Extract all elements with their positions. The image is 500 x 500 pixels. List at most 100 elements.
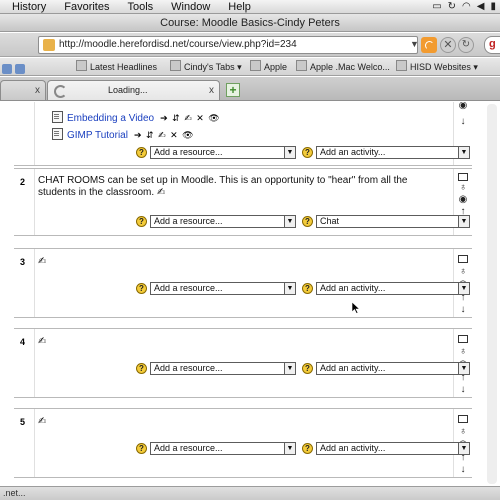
add-resource-select[interactable]: Add a resource... ▼ — [150, 362, 296, 375]
chevron-down-icon: ▼ — [284, 147, 295, 158]
bookmark-label: Latest Headlines — [90, 62, 158, 72]
menu-history[interactable]: History — [12, 0, 46, 14]
move-down-icon[interactable]: ↓ — [457, 305, 469, 315]
menu-window[interactable]: Window — [171, 0, 210, 14]
edit-summary-icon[interactable]: ✍ — [38, 336, 58, 348]
chevron-down-icon: ▼ — [458, 147, 469, 158]
help-icon[interactable]: ? — [136, 443, 147, 454]
rss-feed-icon[interactable] — [421, 37, 437, 53]
bookmark-apple-mac[interactable]: Apple .Mac Welco... — [296, 58, 390, 76]
help-icon[interactable]: ? — [302, 443, 313, 454]
add-activity-select[interactable]: Chat ▼ — [316, 215, 470, 228]
rss-bookmark-icon — [76, 60, 87, 71]
stop-icon[interactable]: ✕ — [440, 37, 456, 53]
show-only-section-icon[interactable] — [458, 415, 468, 423]
section-number: 4 — [20, 337, 26, 347]
help-icon[interactable]: ? — [136, 283, 147, 294]
new-tab-button[interactable]: + — [226, 83, 240, 97]
edit-summary-icon[interactable]: ✍ — [38, 256, 58, 268]
add-activity-select[interactable]: Add an activity... ▼ — [316, 362, 470, 375]
help-icon[interactable]: ? — [136, 147, 147, 158]
chevron-down-icon: ▼ — [458, 363, 469, 374]
bookmark-label: HISD Websites ▾ — [410, 62, 478, 72]
bookmark-hisd-websites[interactable]: HISD Websites ▾ — [396, 58, 478, 76]
show-only-section-icon[interactable] — [458, 173, 468, 181]
bookmark-apple[interactable]: Apple — [250, 58, 287, 76]
eye-icon[interactable]: ◉ — [457, 195, 469, 205]
eye-icon[interactable]: ◉ — [457, 102, 469, 111]
bookmark-label: Apple .Mac Welco... — [310, 62, 390, 72]
tab-previous[interactable]: x — [0, 80, 46, 100]
chevron-down-icon: ▼ — [458, 216, 469, 227]
move-down-icon[interactable]: ↓ — [457, 385, 469, 395]
course-section-3: 3 ✍ ♁ ◉ ↑ ↓ ? Add a resource...▼ ? Add a… — [14, 248, 472, 318]
close-tab-icon[interactable]: x — [35, 81, 40, 100]
help-icon[interactable]: ? — [302, 363, 313, 374]
sync-icon[interactable]: ↻ — [448, 0, 456, 14]
help-icon[interactable]: ? — [136, 363, 147, 374]
bookmark-latest-headlines[interactable]: Latest Headlines — [76, 58, 157, 76]
help-icon[interactable]: ? — [302, 147, 313, 158]
select-value: Add a resource... — [154, 216, 223, 226]
search-engine-icon: g — [489, 38, 496, 50]
home-icon[interactable] — [15, 64, 25, 74]
bookmark-cindys-tabs[interactable]: Cindy's Tabs ▾ — [170, 58, 242, 76]
light-bulb-icon[interactable]: ♁ — [457, 183, 469, 193]
course-section-5: 5 ✍ ♁ ◉ ↑ ↓ ? Add a resource...▼ ? Add a… — [14, 408, 472, 478]
show-only-section-icon[interactable] — [458, 255, 468, 263]
resource-link-gimp-tutorial[interactable]: GIMP Tutorial ➔ ⇵ ✍ ✕ 👁 — [52, 128, 195, 141]
chevron-down-icon: ▼ — [284, 283, 295, 294]
page-scrollbar[interactable] — [484, 102, 500, 486]
light-bulb-icon[interactable]: ♁ — [457, 427, 469, 437]
light-bulb-icon[interactable]: ♁ — [457, 267, 469, 277]
add-resource-select[interactable]: Add a resource... ▼ — [150, 282, 296, 295]
help-icon[interactable]: ? — [302, 283, 313, 294]
add-resource-select[interactable]: Add a resource... ▼ — [150, 215, 296, 228]
chevron-down-icon: ▼ — [458, 283, 469, 294]
bookmarks-icon[interactable] — [2, 64, 12, 74]
page-icon — [296, 60, 307, 71]
move-down-icon[interactable]: ↓ — [457, 117, 469, 127]
add-activity-select[interactable]: Add an activity... ▼ — [316, 442, 470, 455]
move-down-icon[interactable]: ↓ — [457, 465, 469, 475]
help-icon[interactable]: ? — [302, 216, 313, 227]
help-icon[interactable]: ? — [136, 216, 147, 227]
menu-tools[interactable]: Tools — [127, 0, 153, 14]
search-input[interactable]: g — [484, 36, 500, 54]
chevron-down-icon: ▼ — [284, 363, 295, 374]
add-activity-select[interactable]: Add an activity... ▼ — [316, 146, 470, 159]
course-content: ◉ ↓ Embedding a Video ➔ ⇵ ✍ ✕ 👁 GIMP Tuto… — [0, 102, 500, 486]
add-activity-select[interactable]: Add an activity... ▼ — [316, 282, 470, 295]
section-number: 5 — [20, 417, 26, 427]
menu-favorites[interactable]: Favorites — [64, 0, 109, 14]
resource-link-embedding-video[interactable]: Embedding a Video ➔ ⇵ ✍ ✕ 👁 — [52, 111, 221, 124]
close-tab-icon[interactable]: x — [209, 81, 214, 100]
show-only-section-icon[interactable] — [458, 335, 468, 343]
status-bar: .net... — [0, 486, 500, 500]
summary-text: CHAT ROOMS can be set up in Moodle. This… — [38, 175, 408, 198]
document-icon — [52, 128, 63, 140]
resource-title[interactable]: GIMP Tutorial — [67, 130, 128, 141]
select-value: Add an activity... — [320, 363, 386, 373]
address-dropdown-icon[interactable]: ▼ — [410, 39, 419, 49]
scrollbar-thumb[interactable] — [487, 104, 497, 484]
resource-edit-icons[interactable]: ➔ ⇵ ✍ ✕ 👁 — [134, 130, 195, 140]
bookmark-label: Apple — [264, 62, 288, 72]
display-icon[interactable]: ▭ — [432, 0, 441, 14]
select-value: Add an activity... — [320, 283, 386, 293]
volume-icon[interactable]: ◀ — [477, 0, 485, 14]
edit-summary-icon[interactable]: ✍ — [157, 187, 165, 198]
address-bar[interactable]: http://moodle.herefordisd.net/course/vie… — [38, 36, 418, 54]
menu-help[interactable]: Help — [228, 0, 251, 14]
battery-icon[interactable]: ▮ — [490, 0, 496, 14]
mouse-cursor-icon — [351, 302, 361, 314]
add-resource-select[interactable]: Add a resource... ▼ — [150, 146, 296, 159]
wifi-icon[interactable]: ◠ — [462, 0, 471, 14]
reload-icon[interactable]: ↻ — [458, 37, 474, 53]
add-resource-select[interactable]: Add a resource... ▼ — [150, 442, 296, 455]
tab-active[interactable]: Loading... x — [47, 80, 220, 100]
resource-title[interactable]: Embedding a Video — [67, 113, 154, 124]
resource-edit-icons[interactable]: ➔ ⇵ ✍ ✕ 👁 — [160, 113, 221, 123]
light-bulb-icon[interactable]: ♁ — [457, 347, 469, 357]
edit-summary-icon[interactable]: ✍ — [38, 416, 58, 428]
